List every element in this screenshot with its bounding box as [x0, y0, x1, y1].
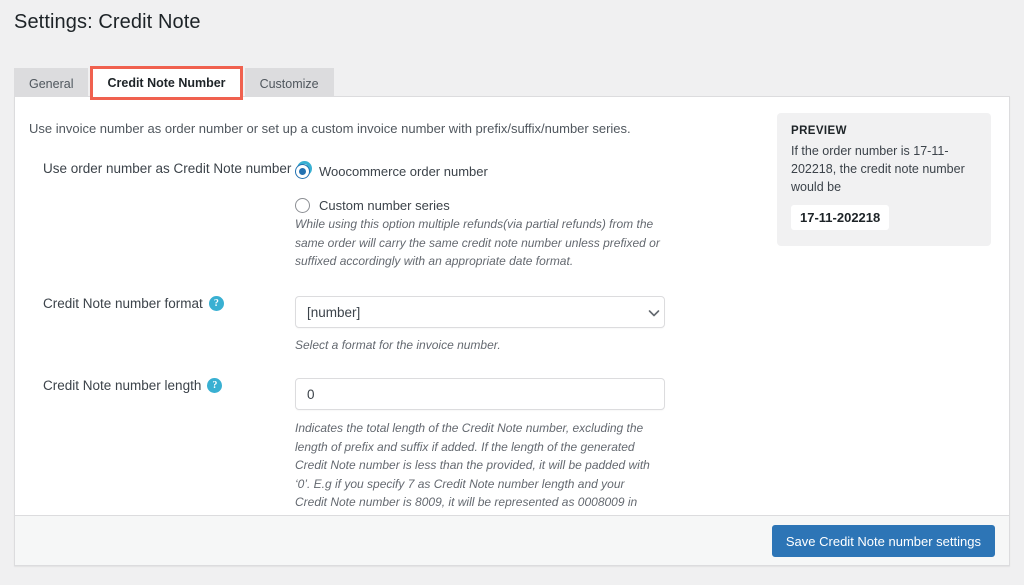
number-format-select[interactable]: [number]: [295, 296, 665, 328]
note-order-number: While using this option multiple refunds…: [295, 217, 660, 269]
preview-description: If the order number is 17-11-202218, the…: [791, 144, 965, 195]
number-length-input[interactable]: [295, 378, 665, 410]
help-icon-number-format[interactable]: ?: [208, 296, 224, 311]
intro-text: Use invoice number as order number or se…: [29, 121, 631, 136]
card-footer: Save Credit Note number settings: [15, 515, 1009, 565]
tab-customize[interactable]: Customize: [244, 68, 334, 98]
radio-label-custom-series: Custom number series: [319, 197, 450, 213]
page-title: Settings: Credit Note: [14, 11, 201, 33]
label-use-order-number-text: Use order number as Credit Note number: [43, 161, 292, 176]
settings-form: Use invoice number as order number or se…: [15, 97, 1009, 528]
help-icon-number-length[interactable]: ?: [207, 378, 223, 393]
tab-credit-note-number[interactable]: Credit Note Number: [90, 66, 243, 100]
radio-label-woocommerce: Woocommerce order number: [319, 163, 488, 179]
radio-indicator-custom-series[interactable]: [295, 197, 310, 213]
radio-option-woocommerce-order-number[interactable]: Woocommerce order number: [295, 161, 488, 181]
tab-general[interactable]: General: [14, 68, 89, 98]
radio-option-custom-number-series[interactable]: Custom number series: [295, 195, 488, 215]
save-credit-note-number-settings-button[interactable]: Save Credit Note number settings: [771, 525, 995, 557]
label-number-format: Credit Note number format ?: [43, 296, 224, 311]
settings-card: Use invoice number as order number or se…: [14, 96, 1010, 566]
settings-tabs: General Credit Note Number Customize: [14, 66, 336, 100]
note-number-format: Select a format for the invoice number.: [295, 338, 501, 352]
preview-value: 17-11-202218: [791, 205, 890, 231]
label-number-length-text: Credit Note number length: [43, 378, 202, 393]
label-use-order-number: Use order number as Credit Note number ?: [43, 161, 313, 176]
label-number-length: Credit Note number length ?: [43, 378, 223, 393]
radio-indicator-woocommerce[interactable]: [295, 163, 310, 179]
preview-title: PREVIEW: [791, 125, 847, 137]
preview-panel: PREVIEW If the order number is 17-11-202…: [777, 113, 991, 247]
note-number-length: Indicates the total length of the Credit…: [295, 421, 650, 528]
label-number-format-text: Credit Note number format: [43, 296, 203, 311]
